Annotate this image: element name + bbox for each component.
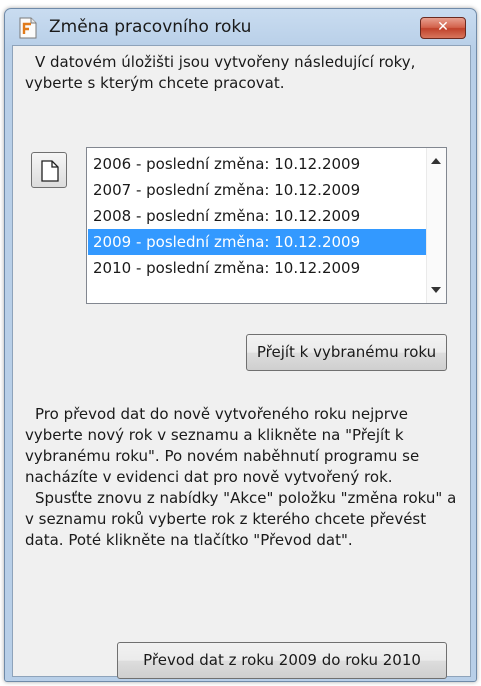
year-list-item[interactable]: 2009 - poslední změna: 10.12.2009: [88, 229, 427, 255]
close-icon: ✕: [437, 19, 449, 35]
years-list: 2006 - poslední změna: 10.12.2009 2007 - …: [88, 151, 427, 281]
dialog-window: Změna pracovního roku ✕ V datovém úložiš…: [4, 8, 477, 682]
goto-selected-year-button[interactable]: Přejít k vybranému roku: [246, 334, 447, 371]
year-list-item[interactable]: 2006 - poslední změna: 10.12.2009: [88, 151, 427, 177]
year-list-item[interactable]: 2010 - poslední změna: 10.12.2009: [88, 255, 427, 281]
new-document-icon: [41, 160, 59, 182]
document-f-icon: [19, 17, 37, 39]
scroll-up-icon[interactable]: [431, 158, 441, 164]
years-listbox[interactable]: 2006 - poslední změna: 10.12.2009 2007 - …: [86, 147, 447, 304]
convert-data-button[interactable]: Převod dat z roku 2009 do roku 2010: [117, 642, 447, 679]
year-list-item[interactable]: 2007 - poslední změna: 10.12.2009: [88, 177, 427, 203]
scroll-down-icon[interactable]: [431, 287, 441, 293]
intro-text: V datovém úložišti jsou vytvořeny násled…: [25, 53, 416, 92]
dialog-body: V datovém úložišti jsou vytvořeny násled…: [12, 45, 471, 679]
instructions-text: Pro převod dat do nově vytvořeného roku …: [25, 404, 465, 551]
title-bar[interactable]: Změna pracovního roku ✕: [5, 9, 476, 45]
window-title: Změna pracovního roku: [49, 17, 252, 37]
close-button[interactable]: ✕: [420, 17, 466, 39]
new-year-button[interactable]: [31, 152, 67, 188]
instructions-paragraph-1: Pro převod dat do nově vytvořeného roku …: [25, 405, 420, 486]
year-list-item[interactable]: 2008 - poslední změna: 10.12.2009: [88, 203, 427, 229]
listbox-scrollbar[interactable]: [426, 148, 446, 303]
instructions-paragraph-2: Spusťte znovu z nabídky "Akce" položku "…: [25, 489, 457, 549]
